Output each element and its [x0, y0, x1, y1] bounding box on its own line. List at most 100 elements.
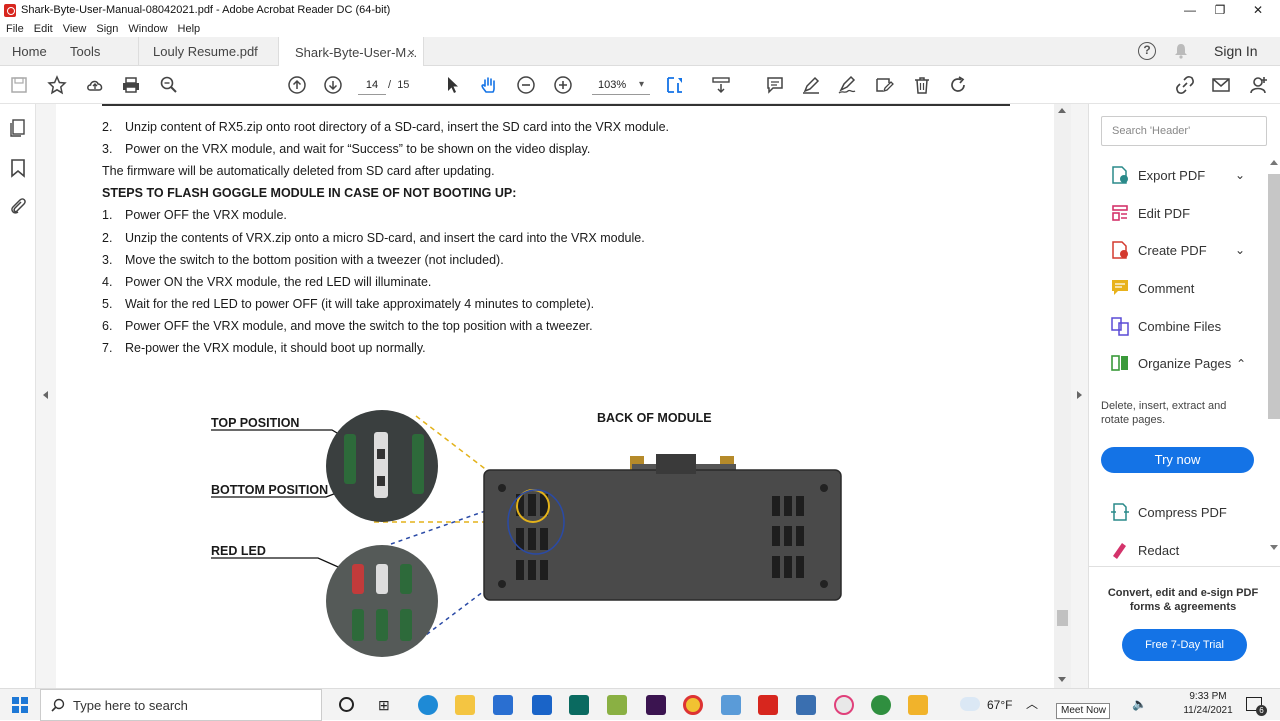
- scroll-mode-icon[interactable]: [710, 74, 732, 96]
- maximize-button[interactable]: ❐: [1202, 0, 1238, 20]
- save-icon[interactable]: [8, 74, 30, 96]
- tool-comment[interactable]: Comment: [1110, 277, 1194, 299]
- chrome-icon[interactable]: [683, 695, 703, 715]
- app-icon-teal[interactable]: [569, 695, 589, 715]
- tab-tools[interactable]: Tools: [70, 37, 100, 66]
- menu-view[interactable]: View: [63, 23, 87, 35]
- clock[interactable]: 9:33 PM 11/24/2021: [1178, 690, 1238, 718]
- mail-icon[interactable]: [532, 695, 552, 715]
- organize-pages-chevron-icon[interactable]: ⌄: [1236, 356, 1246, 370]
- page-thumbnails-icon[interactable]: [9, 118, 27, 141]
- combine-files-icon: [1111, 317, 1129, 336]
- task-view-icon[interactable]: ⊞: [378, 697, 390, 714]
- vertical-scrollbar[interactable]: [1054, 104, 1071, 688]
- edge-icon[interactable]: [418, 695, 438, 715]
- try-now-button[interactable]: Try now: [1101, 447, 1254, 473]
- free-trial-button[interactable]: Free 7-Day Trial: [1122, 629, 1247, 661]
- tool-create-pdf[interactable]: Create PDF: [1110, 239, 1207, 261]
- collapse-left-pane[interactable]: [36, 104, 56, 688]
- document-view[interactable]: 2. Unzip content of RX5.zip onto root di…: [56, 104, 1054, 688]
- close-window-button[interactable]: ✕: [1240, 0, 1276, 20]
- pane-divider: [1089, 566, 1280, 567]
- page-number-input[interactable]: 14: [358, 75, 386, 95]
- email-icon[interactable]: [1210, 74, 1232, 96]
- hand-tool-icon[interactable]: [478, 74, 500, 96]
- comment-icon[interactable]: [764, 74, 786, 96]
- tab-home[interactable]: Home: [12, 37, 47, 66]
- app-icon-yellow[interactable]: [908, 695, 928, 715]
- export-pdf-chevron-icon[interactable]: ⌄: [1235, 168, 1245, 182]
- title-bar: Shark-Byte-User-Manual-08042021.pdf - Ad…: [0, 0, 1280, 20]
- scroll-down-icon[interactable]: [1058, 677, 1066, 682]
- itunes-icon[interactable]: [834, 695, 854, 715]
- pane-scroll-up-icon[interactable]: [1270, 160, 1278, 165]
- app-icon-green[interactable]: [607, 695, 627, 715]
- fill-sign-icon[interactable]: [836, 74, 858, 96]
- windows-start-icon[interactable]: [12, 697, 28, 713]
- cortana-icon[interactable]: [339, 697, 354, 712]
- tool-compress-pdf[interactable]: Compress PDF: [1110, 501, 1227, 523]
- acrobat-taskbar-icon[interactable]: [758, 695, 778, 715]
- tool-label: Create PDF: [1138, 242, 1207, 258]
- tool-edit-pdf[interactable]: Edit PDF: [1110, 202, 1190, 224]
- weather-temperature[interactable]: 67°F: [987, 698, 1012, 712]
- store-icon[interactable]: [493, 695, 513, 715]
- zoom-search-icon[interactable]: [158, 74, 180, 96]
- edit-pdf-icon: [1112, 205, 1128, 221]
- tool-combine-files[interactable]: Combine Files: [1110, 315, 1221, 337]
- rotate-icon[interactable]: [947, 74, 969, 96]
- help-icon[interactable]: ?: [1138, 42, 1156, 60]
- file-explorer-icon[interactable]: [455, 695, 475, 715]
- share-link-icon[interactable]: [1174, 74, 1196, 96]
- page-separator: /: [388, 79, 392, 91]
- globe-app-icon[interactable]: [871, 695, 891, 715]
- tool-export-pdf[interactable]: Export PDF: [1110, 164, 1205, 186]
- edit-text-icon[interactable]: [873, 74, 895, 96]
- tab-close-button[interactable]: ×: [407, 45, 415, 60]
- bookmark-icon[interactable]: [10, 158, 26, 181]
- notification-icon[interactable]: 6: [1246, 697, 1267, 716]
- menu-window[interactable]: Window: [128, 23, 167, 35]
- prev-page-icon[interactable]: [286, 74, 308, 96]
- menu-edit[interactable]: Edit: [34, 23, 53, 35]
- tools-search-input[interactable]: Search 'Header': [1101, 116, 1267, 146]
- scroll-up-icon[interactable]: [1058, 108, 1066, 113]
- pane-scroll-thumb[interactable]: [1268, 174, 1280, 419]
- add-user-icon[interactable]: [1248, 74, 1270, 96]
- tool-organize-pages[interactable]: Organize Pages: [1110, 352, 1231, 374]
- print-icon[interactable]: [120, 74, 142, 96]
- zoom-dropdown[interactable]: 103%: [592, 75, 650, 95]
- sign-in-button[interactable]: Sign In: [1214, 43, 1258, 59]
- tab-shark-byte[interactable]: Shark-Byte-User-M... ×: [278, 37, 424, 67]
- premiere-icon[interactable]: [646, 695, 666, 715]
- attachment-icon[interactable]: [9, 196, 27, 219]
- select-cursor-icon[interactable]: [442, 74, 464, 96]
- tray-overflow-icon[interactable]: ︿: [1026, 695, 1038, 712]
- scroll-thumb[interactable]: [1057, 610, 1068, 626]
- export-pdf-icon: [1112, 166, 1128, 184]
- menu-file[interactable]: File: [6, 23, 24, 35]
- menu-help[interactable]: Help: [178, 23, 201, 35]
- page-fit-icon[interactable]: [664, 74, 686, 96]
- menu-sign[interactable]: Sign: [96, 23, 118, 35]
- volume-icon[interactable]: 🔈: [1132, 697, 1147, 711]
- tab-louly-resume[interactable]: Louly Resume.pdf: [138, 37, 268, 66]
- delete-icon[interactable]: [911, 74, 933, 96]
- tool-label: Export PDF: [1138, 167, 1206, 183]
- zoom-out-icon[interactable]: [515, 74, 537, 96]
- create-pdf-chevron-icon[interactable]: ⌄: [1235, 243, 1245, 257]
- collapse-right-pane[interactable]: [1071, 104, 1089, 688]
- app-icon-blue[interactable]: [721, 695, 741, 715]
- next-page-icon[interactable]: [322, 74, 344, 96]
- zoom-in-icon[interactable]: [552, 74, 574, 96]
- pane-scroll-down-icon[interactable]: [1270, 545, 1278, 550]
- cloud-upload-icon[interactable]: [84, 74, 106, 96]
- bell-icon[interactable]: [1174, 43, 1188, 59]
- photos-icon[interactable]: [796, 695, 816, 715]
- highlight-pen-icon[interactable]: [800, 74, 822, 96]
- star-icon[interactable]: [46, 74, 68, 96]
- tool-redact[interactable]: Redact: [1110, 539, 1179, 561]
- weather-icon[interactable]: [960, 697, 980, 711]
- tab-bar: Home Tools Louly Resume.pdf Shark-Byte-U…: [0, 37, 1280, 67]
- taskbar-search-box[interactable]: Type here to search: [40, 689, 322, 721]
